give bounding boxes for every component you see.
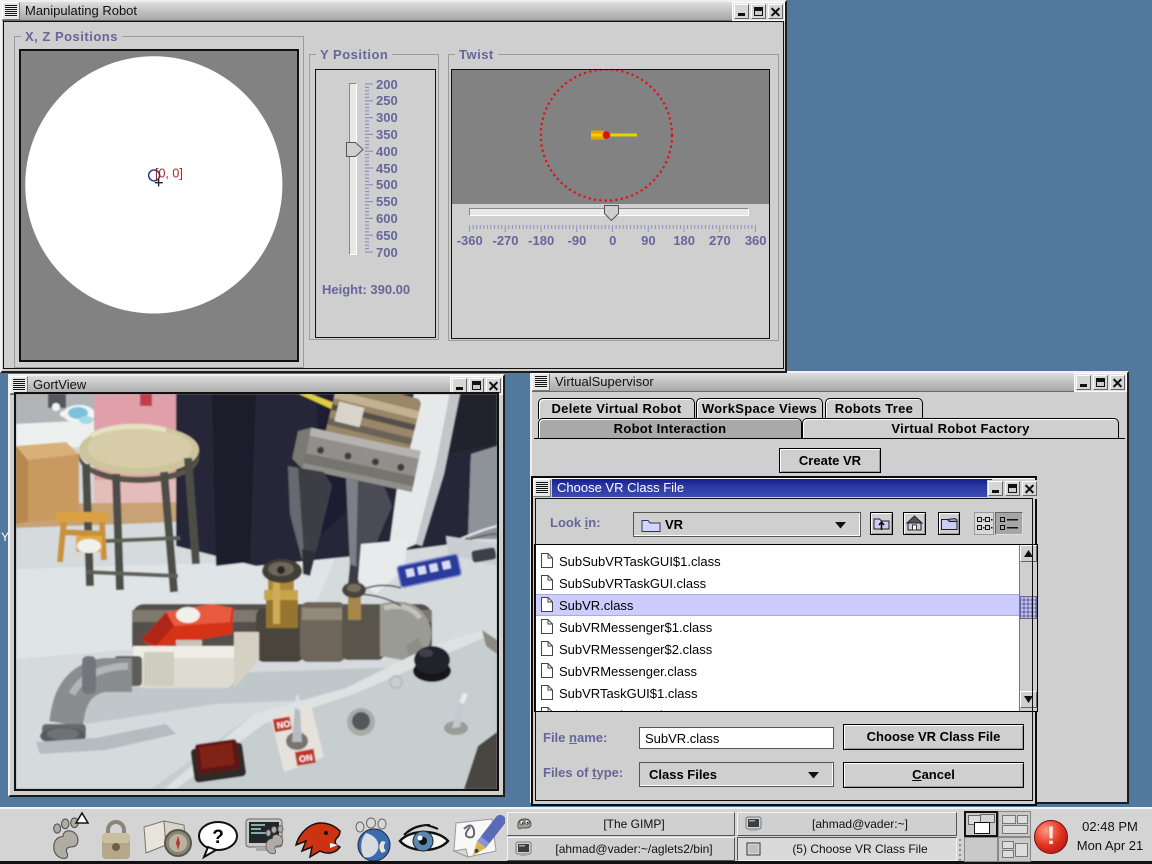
svg-text:?: ?	[212, 827, 224, 848]
